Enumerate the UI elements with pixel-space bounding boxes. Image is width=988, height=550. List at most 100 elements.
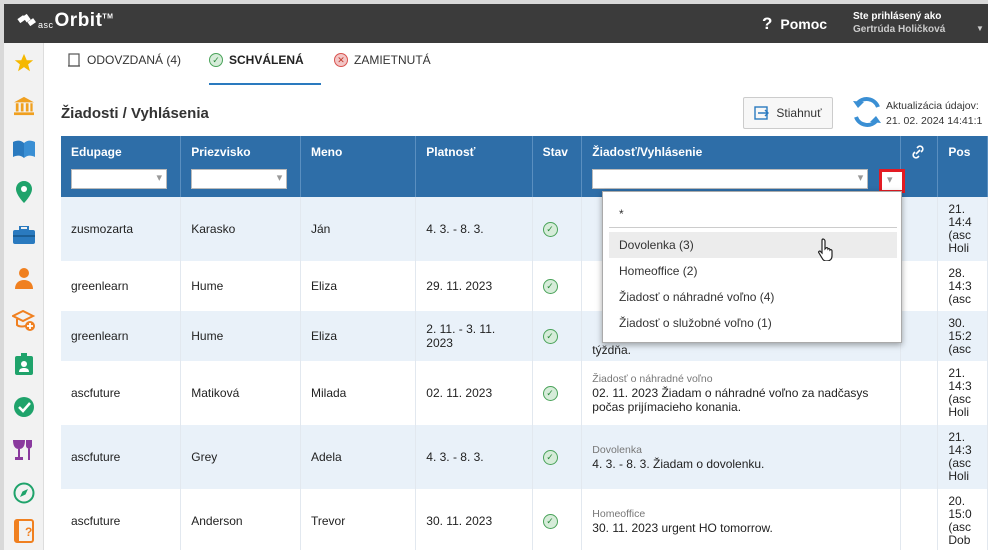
download-label: Stiahnuť	[776, 106, 822, 120]
help-button[interactable]: ? Pomoc	[762, 14, 827, 34]
page-title: Žiadosti / Vyhlásenia	[61, 105, 209, 122]
column-header-meno[interactable]: Meno	[300, 136, 417, 197]
cell-stav: ✓	[532, 425, 583, 489]
request-text: 4. 3. - 8. 3. Žiadam o dovolenku.	[592, 456, 765, 471]
edupage-filter[interactable]	[71, 169, 167, 189]
tab-odovzdana[interactable]: ODOVZDANÁ (4)	[67, 53, 199, 85]
column-header-edupage[interactable]: Edupage	[61, 136, 182, 197]
tab-label: SCHVÁLENÁ	[229, 53, 304, 67]
trophy-food-icon[interactable]	[12, 438, 36, 462]
refresh-icon[interactable]	[850, 95, 884, 129]
download-button[interactable]: Stiahnuť	[743, 97, 833, 129]
tab-label: ODOVZDANÁ (4)	[87, 53, 182, 67]
star-icon[interactable]	[12, 51, 36, 75]
tab-zamietnuta[interactable]: ✕ ZAMIETNUTÁ	[334, 53, 444, 85]
cell-priezvisko: Matiková	[180, 361, 301, 425]
update-value: 21. 02. 2024 14:41:1	[886, 115, 983, 127]
user-menu[interactable]: Ste prihlásený ako Gertrúda Holičková	[853, 10, 945, 36]
cell-pos: 30. 15:2 (asc	[937, 311, 988, 361]
book-icon[interactable]	[12, 137, 36, 161]
question-icon: ?	[762, 14, 773, 33]
cell-link	[900, 489, 939, 550]
badge-icon[interactable]	[12, 352, 36, 376]
cell-stav: ✓	[532, 261, 583, 311]
logo-name: Orbit	[54, 10, 103, 31]
pos-line: 28.	[948, 265, 966, 280]
request-type: Dovolenka	[592, 443, 642, 456]
chevron-down-icon[interactable]: ▼	[976, 24, 984, 33]
tab-schvalena[interactable]: ✓ SCHVÁLENÁ	[209, 53, 321, 85]
person-icon[interactable]	[12, 266, 36, 290]
ziadost-filter[interactable]	[592, 169, 869, 189]
cell-pos: 21. 14:4 (asc Holi	[937, 197, 988, 261]
dropdown-option[interactable]: Žiadosť o náhradné voľno (4)	[609, 284, 897, 310]
cell-priezvisko: Karasko	[180, 197, 301, 261]
link-icon	[911, 145, 924, 159]
pos-line: (asc	[948, 341, 972, 356]
book-question-icon[interactable]: ?	[12, 519, 36, 543]
document-icon	[68, 53, 80, 67]
check-circle-icon: ✓	[542, 329, 558, 344]
dropdown-option[interactable]: Dovolenka (3)	[609, 232, 897, 258]
dropdown-option[interactable]: Homeoffice (2)	[609, 258, 897, 284]
table-row[interactable]: ascfuture Grey Adela 4. 3. - 8. 3. ✓ Dov…	[61, 425, 988, 489]
cell-link	[900, 197, 939, 261]
priezvisko-filter[interactable]	[191, 169, 288, 189]
cell-edupage: ascfuture	[61, 489, 182, 550]
cell-edupage: zusmozarta	[61, 197, 182, 261]
main-content: ODOVZDANÁ (4) ✓ SCHVÁLENÁ ✕ ZAMIETNUTÁ Ž…	[45, 43, 988, 550]
cell-priezvisko: Grey	[180, 425, 301, 489]
logo-prefix: asc	[38, 20, 54, 30]
cell-meno: Eliza	[300, 261, 417, 311]
cell-priezvisko: Hume	[180, 311, 301, 361]
cell-edupage: greenlearn	[61, 261, 182, 311]
header-label: Edupage	[71, 145, 122, 159]
compass-icon[interactable]	[12, 481, 36, 505]
cell-stav: ✓	[532, 361, 583, 425]
cell-link	[900, 311, 939, 361]
filter-dropdown-toggle[interactable]: ▾	[879, 169, 905, 193]
column-header-pos[interactable]: Pos	[937, 136, 988, 197]
x-circle-icon: ✕	[334, 53, 348, 67]
cell-ziadost: Dovolenka 4. 3. - 8. 3. Žiadam o dovolenk…	[581, 425, 901, 489]
check-circle-icon: ✓	[542, 514, 558, 529]
cell-stav: ✓	[532, 311, 583, 361]
table-row[interactable]: ascfuture Anderson Trevor 30. 11. 2023 ✓…	[61, 489, 988, 550]
cell-stav: ✓	[532, 489, 583, 550]
briefcase-icon[interactable]	[12, 223, 36, 247]
dropdown-search-input[interactable]: *	[609, 200, 897, 228]
check-badge-icon[interactable]	[12, 395, 36, 419]
school-add-icon[interactable]	[12, 309, 36, 333]
cell-meno: Adela	[300, 425, 417, 489]
column-header-ziadost[interactable]: Žiadosť/Vyhlásenie	[581, 136, 901, 197]
app-window: ascOrbitTM ? Pomoc Ste prihlásený ako Ger…	[4, 4, 988, 550]
column-header-link[interactable]	[900, 136, 939, 197]
cell-link	[900, 425, 939, 489]
header-label: Stav	[542, 145, 568, 159]
cell-priezvisko: Anderson	[180, 489, 301, 550]
pos-line: Holi	[948, 241, 970, 255]
table-row[interactable]: ascfuture Matiková Milada 02. 11. 2023 ✓…	[61, 361, 988, 425]
bank-icon[interactable]	[12, 94, 36, 118]
pos-line: Holi	[948, 405, 970, 419]
cell-platnost: 4. 3. - 8. 3.	[415, 197, 533, 261]
pos-line: (asc	[948, 291, 972, 306]
dropdown-option[interactable]: Žiadosť o služobné voľno (1)	[609, 310, 897, 336]
cell-edupage: ascfuture	[61, 361, 182, 425]
cell-meno: Milada	[300, 361, 417, 425]
app-logo[interactable]: ascOrbitTM	[16, 10, 114, 32]
location-pin-icon[interactable]	[12, 180, 36, 204]
pos-line: Dob	[948, 533, 971, 547]
column-header-stav[interactable]: Stav	[532, 136, 583, 197]
user-name: Gertrúda Holičková	[853, 24, 946, 35]
cell-edupage: ascfuture	[61, 425, 182, 489]
hand-cursor-icon	[817, 238, 833, 261]
cell-pos: 21. 14:3 (asc Holi	[937, 425, 988, 489]
chevron-down-icon: ▾	[887, 174, 893, 186]
request-filter-dropdown: * Dovolenka (3) Homeoffice (2) Žiadosť o…	[602, 191, 902, 343]
export-icon	[754, 106, 770, 120]
check-circle-icon: ✓	[209, 53, 223, 67]
request-type: Homeoffice	[592, 507, 646, 520]
column-header-priezvisko[interactable]: Priezvisko	[180, 136, 301, 197]
column-header-platnost[interactable]: Platnosť	[415, 136, 533, 197]
